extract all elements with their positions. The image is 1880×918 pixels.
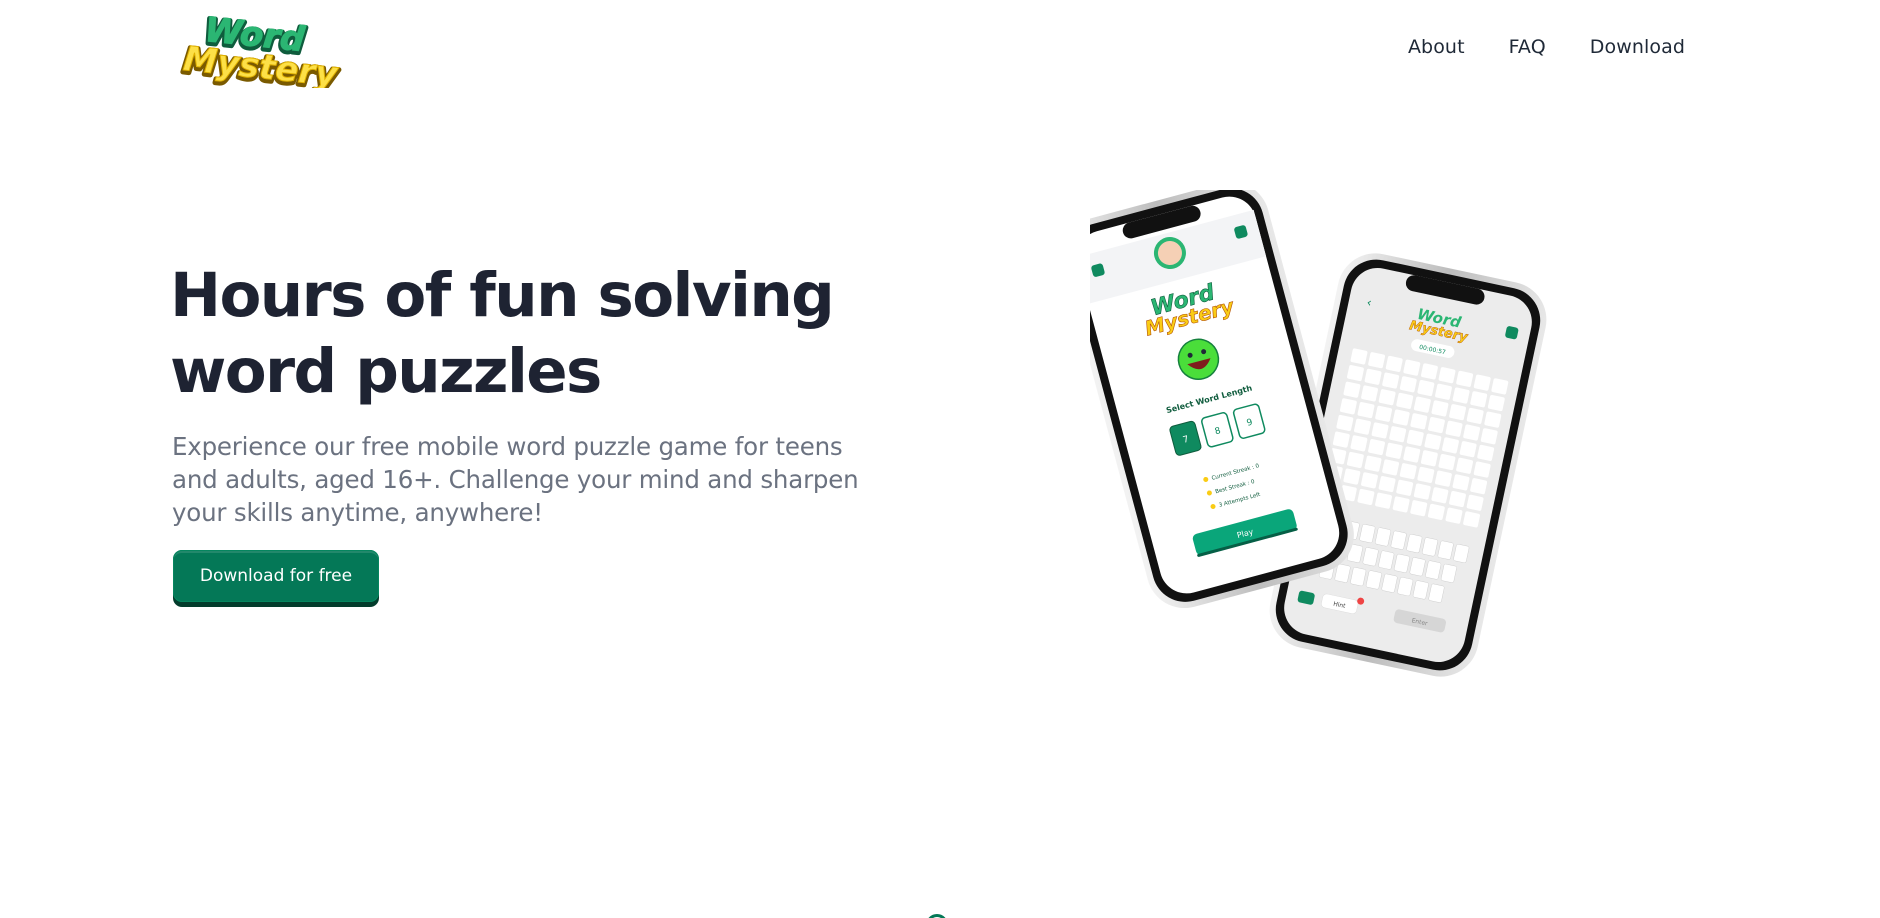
- landing-page: Word Word Mystery Mystery About FAQ Down…: [0, 0, 1880, 918]
- word-mystery-logo[interactable]: Word Word Mystery Mystery: [172, 10, 352, 88]
- hero-title: Hours of fun solving word puzzles: [170, 258, 890, 410]
- section-indicator-dot: [926, 914, 948, 918]
- site-header: Word Word Mystery Mystery About FAQ Down…: [0, 0, 1880, 96]
- hero-title-line-2: word puzzles: [170, 336, 602, 407]
- nav-link-faq[interactable]: FAQ: [1509, 36, 1546, 58]
- hero-title-line-1: Hours of fun solving: [170, 260, 835, 331]
- main-nav: About FAQ Download: [1408, 36, 1685, 58]
- hero-subtitle: Experience our free mobile word puzzle g…: [172, 432, 859, 527]
- nav-link-download[interactable]: Download: [1590, 36, 1685, 58]
- logo-word-bottom: Mystery: [181, 39, 341, 88]
- nav-link-about[interactable]: About: [1408, 36, 1465, 58]
- phone-mockups-image: ‹ Word Mystery 00:00:57 Hint Enter Word …: [1090, 190, 1547, 677]
- download-for-free-button[interactable]: Download for free: [173, 550, 379, 602]
